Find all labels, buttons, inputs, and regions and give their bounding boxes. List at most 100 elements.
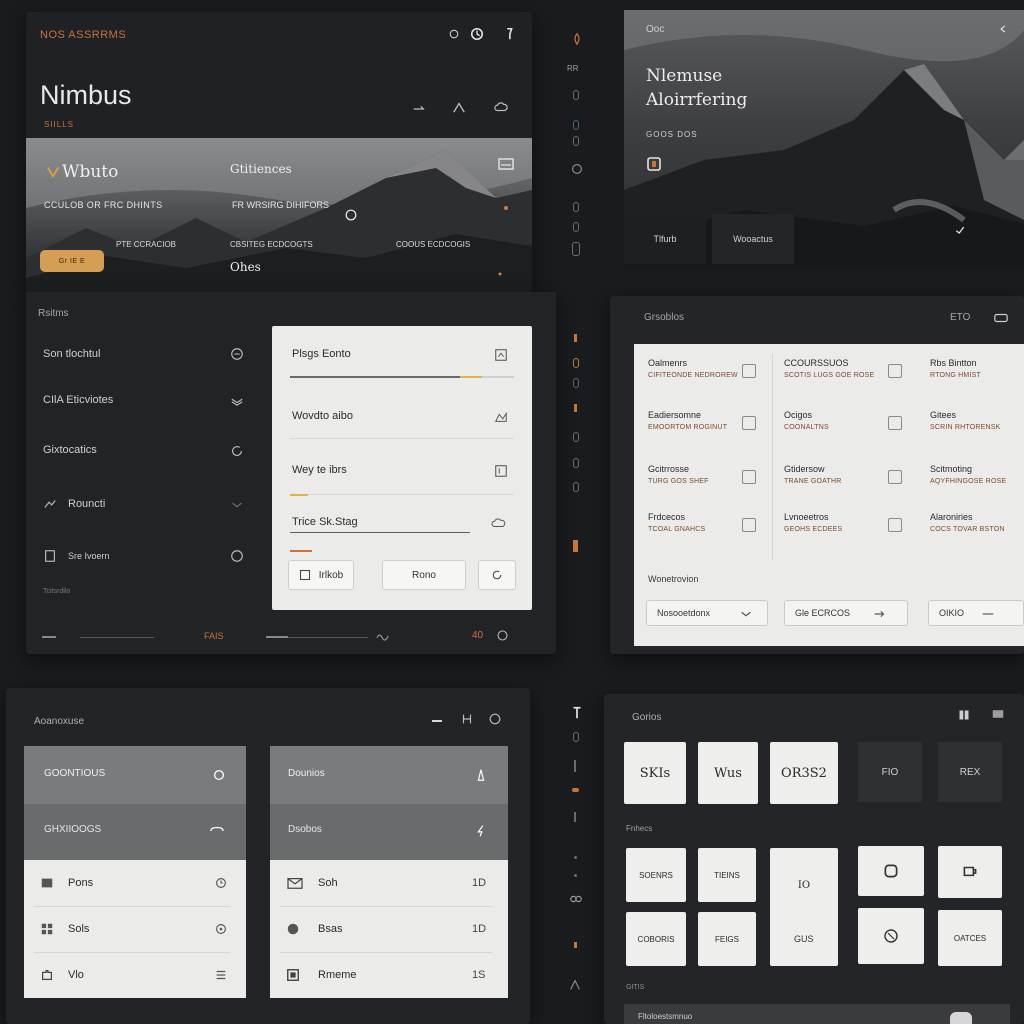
- ring-icon[interactable]: [496, 629, 509, 642]
- tile-10[interactable]: [938, 846, 1002, 898]
- grid-select-1[interactable]: Nosooetdonx: [646, 600, 768, 626]
- tile-11[interactable]: COBORIS: [626, 912, 686, 966]
- gallery-icon[interactable]: [498, 158, 514, 170]
- wave-icon[interactable]: [376, 629, 390, 643]
- cloud-upload-icon[interactable]: [490, 516, 508, 530]
- list-item[interactable]: Sols: [24, 906, 246, 952]
- tile-12[interactable]: FEIGS: [698, 912, 756, 966]
- rail-dot-8[interactable]: [573, 378, 579, 388]
- list-item[interactable]: Soh 1D: [270, 860, 508, 906]
- rail-flame-icon[interactable]: [570, 32, 584, 46]
- grid-item-checkbox[interactable]: [742, 518, 756, 532]
- tiles-bottom-pill[interactable]: [950, 1012, 972, 1024]
- form-button-3[interactable]: [478, 560, 516, 590]
- field-1-icon[interactable]: [494, 348, 508, 362]
- accounts-sync-icon[interactable]: [460, 712, 474, 726]
- grid-item[interactable]: Scitmoting AQYFHINGOSE ROSE: [930, 464, 1020, 485]
- tile-8[interactable]: IO: [770, 848, 838, 966]
- nav-item-3[interactable]: Gixtocatics: [26, 436, 264, 466]
- tiles-view-icon[interactable]: [958, 708, 970, 722]
- rail-circle-icon[interactable]: [570, 162, 584, 176]
- rail-dot-7[interactable]: [573, 358, 579, 368]
- form-button-2[interactable]: Rono: [382, 560, 466, 590]
- tile-13[interactable]: [858, 908, 924, 964]
- app-title: Nimbus: [40, 80, 132, 110]
- grid-item[interactable]: Gitees SCRIN RHTORENSK: [930, 410, 1020, 431]
- form-button-1[interactable]: Irlkob: [288, 560, 354, 590]
- grid-item-checkbox[interactable]: [888, 416, 902, 430]
- rail-dot-3[interactable]: [573, 136, 579, 146]
- rail-bottom-icon[interactable]: [568, 978, 582, 992]
- nav-item-1[interactable]: Son tlochtul: [26, 340, 264, 370]
- nav-item-5[interactable]: Sre Ivoern: [26, 542, 264, 572]
- grid-select-2[interactable]: Gle ECRCOS: [784, 600, 908, 626]
- grid-item[interactable]: Eadiersomne EMOORTOM ROGINUT: [648, 410, 778, 431]
- nav-item-4[interactable]: Rouncti: [26, 490, 264, 520]
- list-item[interactable]: Pons: [24, 860, 246, 906]
- rail-dot-12[interactable]: [573, 732, 579, 742]
- grid-item-checkbox[interactable]: [888, 364, 902, 378]
- rail-brush-icon[interactable]: [570, 706, 584, 720]
- clock-icon[interactable]: [470, 27, 484, 41]
- hero-col2-title: Gtitiences: [230, 162, 292, 176]
- list-item-label: Vlo: [68, 969, 84, 981]
- grid-toggle-icon[interactable]: [994, 313, 1008, 323]
- settings-icon[interactable]: [448, 28, 460, 40]
- grid-item-checkbox[interactable]: [742, 364, 756, 378]
- cloud-icon[interactable]: [494, 100, 508, 114]
- right-hero-button-2[interactable]: Wooactus: [712, 214, 794, 264]
- grid-item[interactable]: Gcitrrosse TURG GOS SHEF: [648, 464, 778, 485]
- rail-dot-2[interactable]: [573, 120, 579, 130]
- mountain-icon[interactable]: [452, 100, 466, 114]
- tile-5[interactable]: REX: [938, 742, 1002, 802]
- list-item[interactable]: Bsas 1D: [270, 906, 508, 952]
- tile-7[interactable]: TIEINS: [698, 848, 756, 902]
- tile-4[interactable]: FIO: [858, 742, 922, 802]
- tile-14[interactable]: OATCES: [938, 910, 1002, 966]
- tile-1[interactable]: SKIs: [624, 742, 686, 804]
- field-2-icon[interactable]: [494, 410, 508, 424]
- rail-dot-4[interactable]: [573, 202, 579, 212]
- rail-dot-1[interactable]: [573, 90, 579, 100]
- next-icon[interactable]: [344, 208, 358, 222]
- rail-dot-10[interactable]: [573, 458, 579, 468]
- grid-item[interactable]: Frdcecos TCOAL GNAHCS: [648, 512, 778, 533]
- tiles-window-icon[interactable]: [992, 709, 1004, 719]
- account-card-2-header-2[interactable]: Dsobos: [270, 804, 508, 860]
- tile-3[interactable]: OR3S2: [770, 742, 838, 804]
- grid-item-checkbox[interactable]: [742, 470, 756, 484]
- grid-item[interactable]: Alaroniries COCS TOVAR BSTON: [930, 512, 1020, 533]
- list-item[interactable]: Rmeme 1S: [270, 952, 508, 998]
- grid-item-checkbox[interactable]: [888, 470, 902, 484]
- account-card-1-header-2[interactable]: GHXIIOOGS: [24, 804, 246, 860]
- account-card-1-header-1[interactable]: GOONTIOUS: [24, 746, 246, 804]
- nav-item-2[interactable]: CIlA Eticviotes: [26, 386, 264, 416]
- grid-item[interactable]: Rbs Bintton RTONG HMIST: [930, 358, 1020, 379]
- list-item[interactable]: Vlo: [24, 952, 246, 998]
- account-card-2-header-1[interactable]: Dounios: [270, 746, 508, 804]
- grid-item-checkbox[interactable]: [742, 416, 756, 430]
- rail-accent-4: [572, 788, 579, 792]
- hero-cta-button[interactable]: Gr IE E: [40, 250, 104, 272]
- grid-select-3[interactable]: OIKIO: [928, 600, 1024, 626]
- right-hero-back-icon[interactable]: [998, 24, 1008, 34]
- tile-9[interactable]: [858, 846, 924, 896]
- tile-2[interactable]: Wus: [698, 742, 758, 804]
- tiles-bottom-bar[interactable]: Fltoloestsmnuo: [624, 1004, 1010, 1024]
- rail-dot-9[interactable]: [573, 432, 579, 442]
- right-hero-button-1[interactable]: Tlfurb: [624, 214, 706, 264]
- grid-item-checkbox[interactable]: [888, 518, 902, 532]
- expand-icon[interactable]: [412, 102, 426, 116]
- accounts-lock-icon[interactable]: [488, 712, 502, 726]
- grid-item[interactable]: Oalmenrs CIFITEONDE NEDROREW: [648, 358, 778, 379]
- field-3-icon[interactable]: [494, 464, 508, 478]
- accounts-minus-icon[interactable]: [432, 720, 442, 722]
- tile-6[interactable]: SOENRS: [626, 848, 686, 902]
- pin-icon[interactable]: [502, 27, 516, 41]
- rail-dot-5[interactable]: [573, 222, 579, 232]
- rail-dot-6[interactable]: [572, 242, 580, 256]
- rail-link-icon[interactable]: [568, 892, 584, 906]
- tile-11-label: COBORIS: [637, 934, 675, 944]
- rail-dot-11[interactable]: [573, 482, 579, 492]
- field-1-track[interactable]: [290, 376, 514, 378]
